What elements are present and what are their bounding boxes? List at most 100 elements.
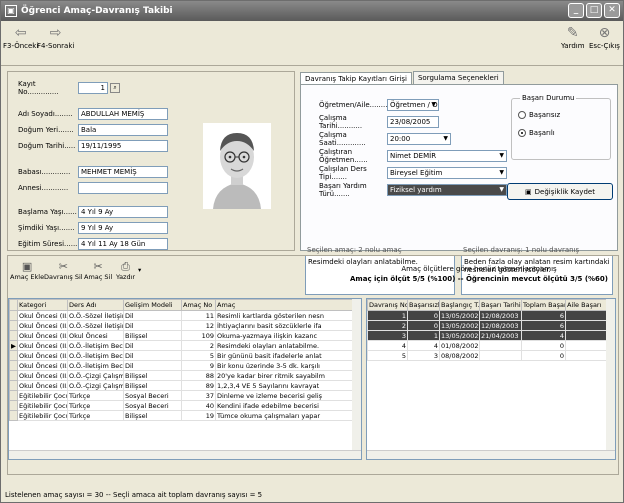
chevron-down-icon: ▾ bbox=[138, 266, 142, 274]
row-indicator bbox=[9, 380, 18, 391]
table-row[interactable]: 3 1 13/05/2002 21/04/2003 4 bbox=[367, 330, 609, 341]
column-header[interactable]: Başlangıç T. bbox=[439, 299, 480, 311]
goals-vertical-scrollbar[interactable] bbox=[352, 299, 361, 451]
column-header[interactable]: Aile Başarı bbox=[565, 299, 609, 311]
row-indicator bbox=[9, 410, 18, 421]
table-row[interactable]: 1 0 13/05/2002 12/08/2003 6 bbox=[367, 310, 609, 321]
start-age-row: Başlama Yaşı...... 4 Yıl 9 Ay bbox=[18, 206, 168, 218]
table-row[interactable]: Okul Öncesi (II.KadOkul ÖncesiBilişsel10… bbox=[9, 330, 355, 341]
chevron-down-icon: ▼ bbox=[499, 169, 504, 176]
column-header[interactable]: Başarısızlık bbox=[407, 299, 440, 311]
table-row[interactable]: Okul Öncesi (II.KadO.Ö.-İletişim BeceriD… bbox=[9, 350, 355, 361]
tab-query-options[interactable]: Sorgulama Seçenekleri bbox=[412, 71, 504, 84]
table-cell: 3 bbox=[407, 350, 440, 361]
row-indicator bbox=[9, 400, 18, 411]
row-indicator bbox=[9, 310, 18, 321]
print-dropdown[interactable]: ▾ bbox=[138, 266, 141, 274]
behaviors-vertical-scrollbar[interactable] bbox=[606, 299, 615, 451]
column-header[interactable]: Amaç bbox=[215, 299, 355, 311]
table-cell: 13/05/2002 bbox=[439, 310, 480, 321]
behavior-entry-panel: Öğretmen/Aile........... Öğretmen / O ▼ Ça… bbox=[300, 84, 618, 295]
table-cell: 4 bbox=[407, 340, 440, 351]
help-button[interactable]: ✎ Yardım bbox=[561, 24, 585, 50]
goal-summary: Amaç ölçütlere göre henüz tamamlanmamış … bbox=[350, 265, 608, 283]
table-cell: O.Ö.-İletişim Beceri bbox=[67, 340, 124, 351]
table-cell: O.Ö.-Çizgi Çalışmala bbox=[67, 380, 124, 391]
behaviors-table: Davranış No Başarısızlık Başlangıç T. Ba… bbox=[366, 298, 616, 460]
teacher-select[interactable]: Öğretmen / O ▼ bbox=[387, 99, 439, 111]
table-row[interactable]: Eğitilebilir ÇocuklarTürkçeBilişsel19Tüm… bbox=[9, 410, 355, 421]
row-indicator bbox=[9, 320, 18, 331]
table-cell: 1 bbox=[367, 310, 408, 321]
main-toolbar: ⇦ F3-Önceki ⇨ F4-Sonraki ✎ Yardım ⊗ Esc-Çıkı… bbox=[1, 22, 623, 66]
table-cell: 5 bbox=[367, 350, 408, 361]
table-row[interactable]: 2 0 13/05/2002 12/08/2003 6 bbox=[367, 320, 609, 331]
table-cell: İhtiyaçlarını basit sözcüklerle ifa bbox=[215, 320, 355, 331]
chevron-down-icon: ▼ bbox=[499, 152, 504, 159]
table-cell: 9 bbox=[181, 360, 216, 371]
delete-behavior-button[interactable]: ✂ Davranış Sil bbox=[44, 260, 83, 281]
goals-horizontal-scrollbar[interactable] bbox=[9, 450, 361, 459]
record-no-row: Kayıt No.............. 1 ⌕ bbox=[18, 80, 120, 96]
birthdate-row: Doğum Tarihi..... 19/11/1995 bbox=[18, 140, 168, 152]
table-cell: 0 bbox=[521, 350, 566, 361]
table-cell: 0 bbox=[407, 320, 440, 331]
work-time-select[interactable]: 20:00 ▼ bbox=[387, 133, 451, 145]
column-header[interactable]: Davranış No bbox=[367, 299, 408, 311]
table-row[interactable]: ▶Okul Öncesi (II.KadO.Ö.-İletişim Beceri… bbox=[9, 340, 355, 351]
maximize-button[interactable]: □ bbox=[586, 3, 602, 18]
table-cell: Bilişsel bbox=[123, 330, 182, 341]
radio-failed[interactable]: Başarısız bbox=[518, 111, 560, 119]
table-cell: 20'ye kadar birer ritmik sayabilm bbox=[215, 370, 355, 381]
table-row[interactable]: Okul Öncesi (II.KadO.Ö.-Çizgi ÇalışmalaB… bbox=[9, 370, 355, 381]
record-no-field[interactable]: 1 bbox=[78, 82, 108, 94]
table-row[interactable]: 4 4 01/08/2002 0 bbox=[367, 340, 609, 351]
save-changes-button[interactable]: ▣ Değişiklik Kaydet bbox=[507, 183, 613, 200]
add-goal-button[interactable]: ▣ Amaç Ekle bbox=[10, 260, 44, 281]
column-header[interactable]: Başarı Tarihi bbox=[479, 299, 522, 311]
table-cell: Resimdeki olayları anlatabilme. bbox=[215, 340, 355, 351]
table-cell: 109 bbox=[181, 330, 216, 341]
minimize-button[interactable]: _ bbox=[568, 3, 584, 18]
table-cell: 0 bbox=[521, 340, 566, 351]
instructor-select[interactable]: Nimet DEMİR ▼ bbox=[387, 150, 507, 162]
table-cell bbox=[479, 350, 522, 361]
table-row[interactable]: Okul Öncesi (II.KadO.Ö.-Sözel İletişim E… bbox=[9, 310, 355, 321]
help-type-select[interactable]: Fiziksel yardım ▼ bbox=[387, 184, 507, 196]
next-button[interactable]: ⇨ F4-Sonraki bbox=[37, 24, 74, 50]
table-cell: Dil bbox=[123, 310, 182, 321]
teacher-row: Öğretmen/Aile........... Öğretmen / O ▼ bbox=[319, 99, 439, 111]
table-row[interactable]: Okul Öncesi (II.KadO.Ö.-İletişim BeceriD… bbox=[9, 360, 355, 371]
table-cell: 4 bbox=[521, 330, 566, 341]
column-header[interactable]: Kategori bbox=[17, 299, 68, 311]
table-row[interactable]: Okul Öncesi (II.KadO.Ö.-Sözel İletişim E… bbox=[9, 320, 355, 331]
mother-row: Annesi............ bbox=[18, 182, 168, 194]
education-duration-row: Eğitim Süresi...... 4 Yıl 11 Ay 18 Gün bbox=[18, 238, 168, 250]
behaviors-horizontal-scrollbar[interactable] bbox=[367, 450, 615, 459]
column-header[interactable]: Gelişim Modeli bbox=[123, 299, 182, 311]
column-header[interactable]: Toplam Başarı bbox=[521, 299, 566, 311]
row-indicator bbox=[9, 390, 18, 401]
table-row[interactable]: Eğitilebilir ÇocuklarTürkçeSosyal Beceri… bbox=[9, 400, 355, 411]
column-header[interactable]: Ders Adı bbox=[67, 299, 124, 311]
table-cell: Sosyal Beceri bbox=[123, 400, 182, 411]
exit-button[interactable]: ⊗ Esc-Çıkış bbox=[589, 24, 620, 50]
print-button[interactable]: ⎙ Yazdır bbox=[116, 260, 135, 281]
prev-button[interactable]: ⇦ F3-Önceki bbox=[3, 24, 38, 50]
table-cell: 40 bbox=[181, 400, 216, 411]
table-cell: 1 bbox=[407, 330, 440, 341]
table-cell: 5 bbox=[181, 350, 216, 361]
table-cell: 6 bbox=[521, 320, 566, 331]
close-button[interactable]: ✕ bbox=[604, 3, 620, 18]
search-icon[interactable]: ⌕ bbox=[110, 83, 120, 93]
table-cell: Dil bbox=[123, 320, 182, 331]
column-header[interactable]: Amaç No bbox=[181, 299, 216, 311]
work-date-field[interactable]: 23/08/2005 bbox=[387, 116, 439, 128]
table-row[interactable]: 5 3 08/08/2002 0 bbox=[367, 350, 609, 361]
table-row[interactable]: Okul Öncesi (II.KadO.Ö.-Çizgi ÇalışmalaB… bbox=[9, 380, 355, 391]
radio-success[interactable]: Başarılı bbox=[518, 129, 555, 137]
table-row[interactable]: Eğitilebilir ÇocuklarTürkçeSosyal Beceri… bbox=[9, 390, 355, 401]
delete-goal-button[interactable]: ✂ Amaç Sil bbox=[84, 260, 112, 281]
table-cell: O.Ö.-Çizgi Çalışmala bbox=[67, 370, 124, 381]
lesson-type-select[interactable]: Bireysel Eğitim ▼ bbox=[387, 167, 507, 179]
